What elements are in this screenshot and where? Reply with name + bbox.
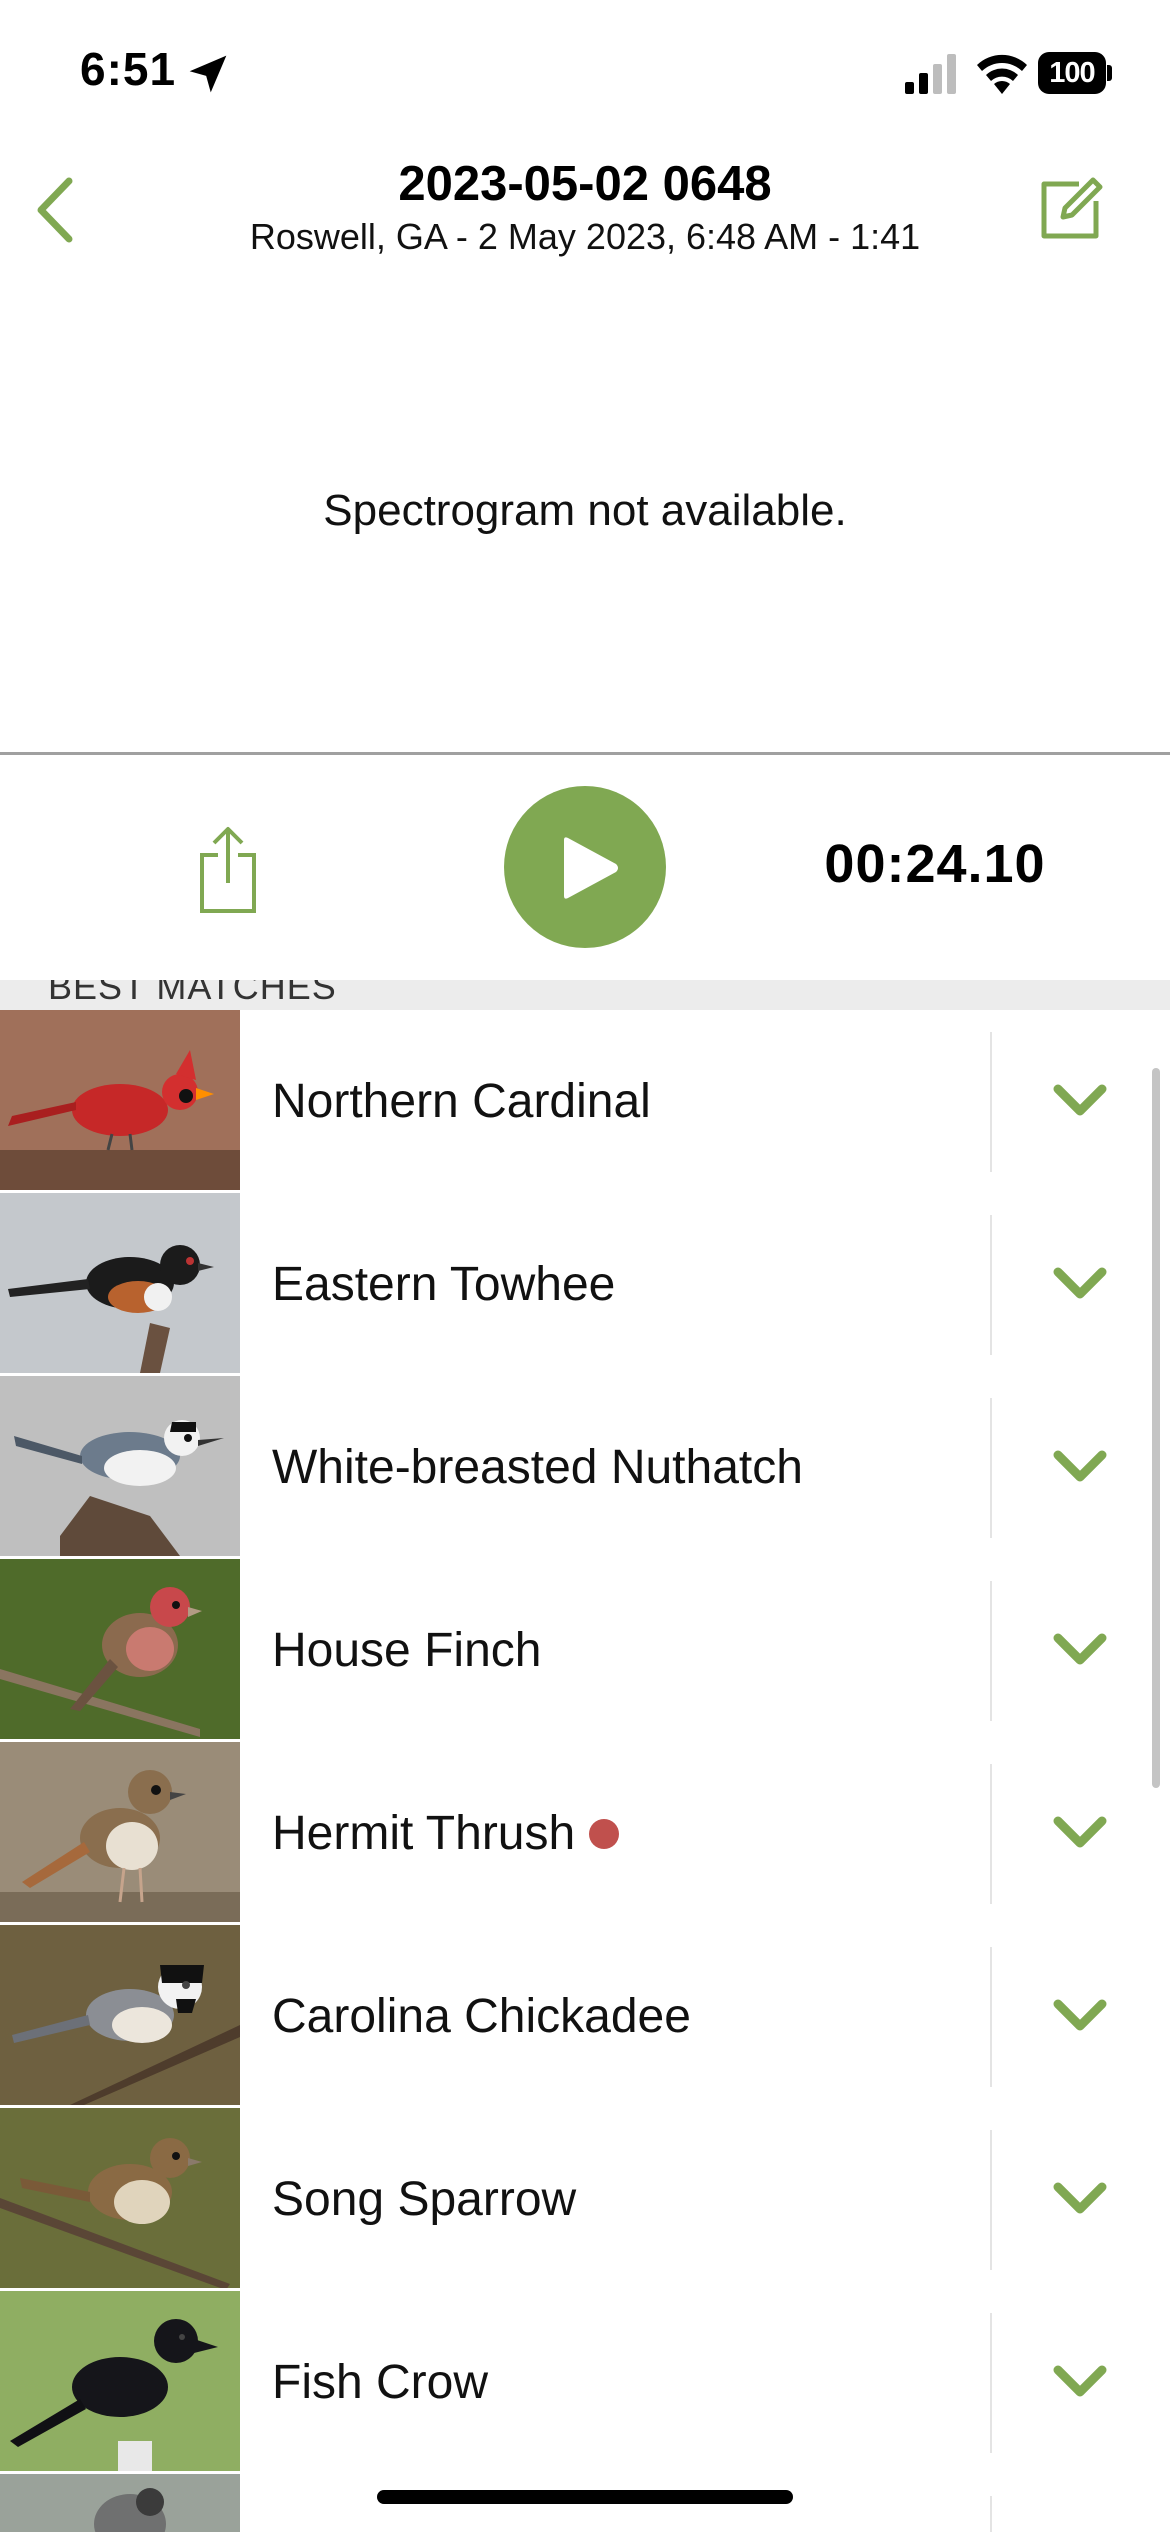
battery-icon: 100 xyxy=(1038,52,1112,94)
bird-photo xyxy=(0,1925,240,2105)
bird-name: White-breasted Nuthatch xyxy=(272,1441,803,1494)
edit-button[interactable] xyxy=(1030,170,1110,250)
chevron-down-icon xyxy=(1053,1084,1107,1116)
section-label: BEST MATCHES xyxy=(48,980,337,1007)
expand-button[interactable] xyxy=(1040,2347,1120,2417)
match-row-carolina-chickadee[interactable]: Carolina Chickadee xyxy=(0,1925,1170,2109)
expand-button[interactable] xyxy=(1040,1066,1120,1136)
new-species-dot xyxy=(589,1819,620,1850)
bird-name: Song Sparrow xyxy=(272,2173,577,2226)
bird-name: House Finch xyxy=(272,1624,542,1677)
battery-level: 100 xyxy=(1038,52,1106,94)
bird-photo xyxy=(0,1193,240,1373)
expand-button[interactable] xyxy=(1040,2164,1120,2234)
bird-photo xyxy=(0,2474,240,2532)
bird-photo xyxy=(0,2291,240,2471)
expand-button[interactable] xyxy=(1040,1249,1120,1319)
match-row-fish-crow[interactable]: Fish Crow xyxy=(0,2291,1170,2475)
home-indicator[interactable] xyxy=(377,2490,793,2504)
bird-photo xyxy=(0,1376,240,1556)
match-row-northern-cardinal[interactable]: Northern Cardinal xyxy=(0,1010,1170,1194)
bird-name: Eastern Towhee xyxy=(272,1258,616,1311)
back-button[interactable] xyxy=(20,170,90,250)
status-time: 6:51 xyxy=(80,43,177,95)
chevron-down-icon xyxy=(1053,1267,1107,1299)
play-icon xyxy=(564,837,618,899)
match-row-eastern-towhee[interactable]: Eastern Towhee xyxy=(0,1193,1170,1377)
chevron-down-icon xyxy=(1053,2365,1107,2397)
match-list[interactable]: Northern Cardinal Eastern Towhee White-b… xyxy=(0,1010,1170,2532)
bird-photo xyxy=(0,1742,240,1922)
chevron-down-icon xyxy=(1053,2182,1107,2214)
spectrogram-message: Spectrogram not available. xyxy=(323,486,847,535)
expand-button[interactable] xyxy=(1040,1615,1120,1685)
spectrogram-area: Spectrogram not available. xyxy=(0,270,1170,755)
bird-photo xyxy=(0,2108,240,2288)
share-icon xyxy=(200,827,256,913)
chevron-down-icon xyxy=(1053,1633,1107,1665)
location-arrow-icon xyxy=(189,55,227,93)
match-row-white-breasted-nuthatch[interactable]: White-breasted Nuthatch xyxy=(0,1376,1170,1560)
match-row-hermit-thrush[interactable]: Hermit Thrush xyxy=(0,1742,1170,1926)
recording-subtitle: Roswell, GA - 2 May 2023, 6:48 AM - 1:41 xyxy=(249,216,921,257)
share-button[interactable] xyxy=(196,825,260,915)
bird-photo xyxy=(0,1559,240,1739)
player-controls: 00:24.10 xyxy=(0,755,1170,980)
match-row-song-sparrow[interactable]: Song Sparrow xyxy=(0,2108,1170,2292)
wifi-icon xyxy=(977,54,1027,94)
expand-button[interactable] xyxy=(1040,1798,1120,1868)
bird-name: Carolina Chickadee xyxy=(272,1990,691,2043)
chevron-left-icon xyxy=(37,177,73,243)
recording-detail-screen: 6:51 100 2023-05-02 0648 Roswell, GA - 2 xyxy=(0,0,1170,2532)
chevron-down-icon xyxy=(1053,1450,1107,1482)
signal-icon xyxy=(905,54,956,94)
status-bar: 6:51 100 xyxy=(0,0,1170,150)
elapsed-time: 00:24.10 xyxy=(824,834,1046,894)
best-matches-header: BEST MATCHES xyxy=(0,980,1170,1010)
expand-button[interactable] xyxy=(1040,1432,1120,1502)
bird-name: Hermit Thrush xyxy=(272,1806,620,1861)
edit-icon xyxy=(1041,177,1103,239)
play-button[interactable] xyxy=(504,786,666,948)
match-row-house-finch[interactable]: House Finch xyxy=(0,1559,1170,1743)
recording-title: 2023-05-02 0648 xyxy=(398,157,772,211)
scroll-indicator[interactable] xyxy=(1152,1068,1160,1788)
bird-photo xyxy=(0,1010,240,1190)
bird-name: Northern Cardinal xyxy=(272,1075,651,1128)
expand-button[interactable] xyxy=(1040,1981,1120,2051)
chevron-down-icon xyxy=(1053,1816,1107,1848)
chevron-down-icon xyxy=(1053,1999,1107,2031)
bird-name: Fish Crow xyxy=(272,2356,489,2409)
navigation-bar: 2023-05-02 0648 Roswell, GA - 2 May 2023… xyxy=(0,150,1170,270)
